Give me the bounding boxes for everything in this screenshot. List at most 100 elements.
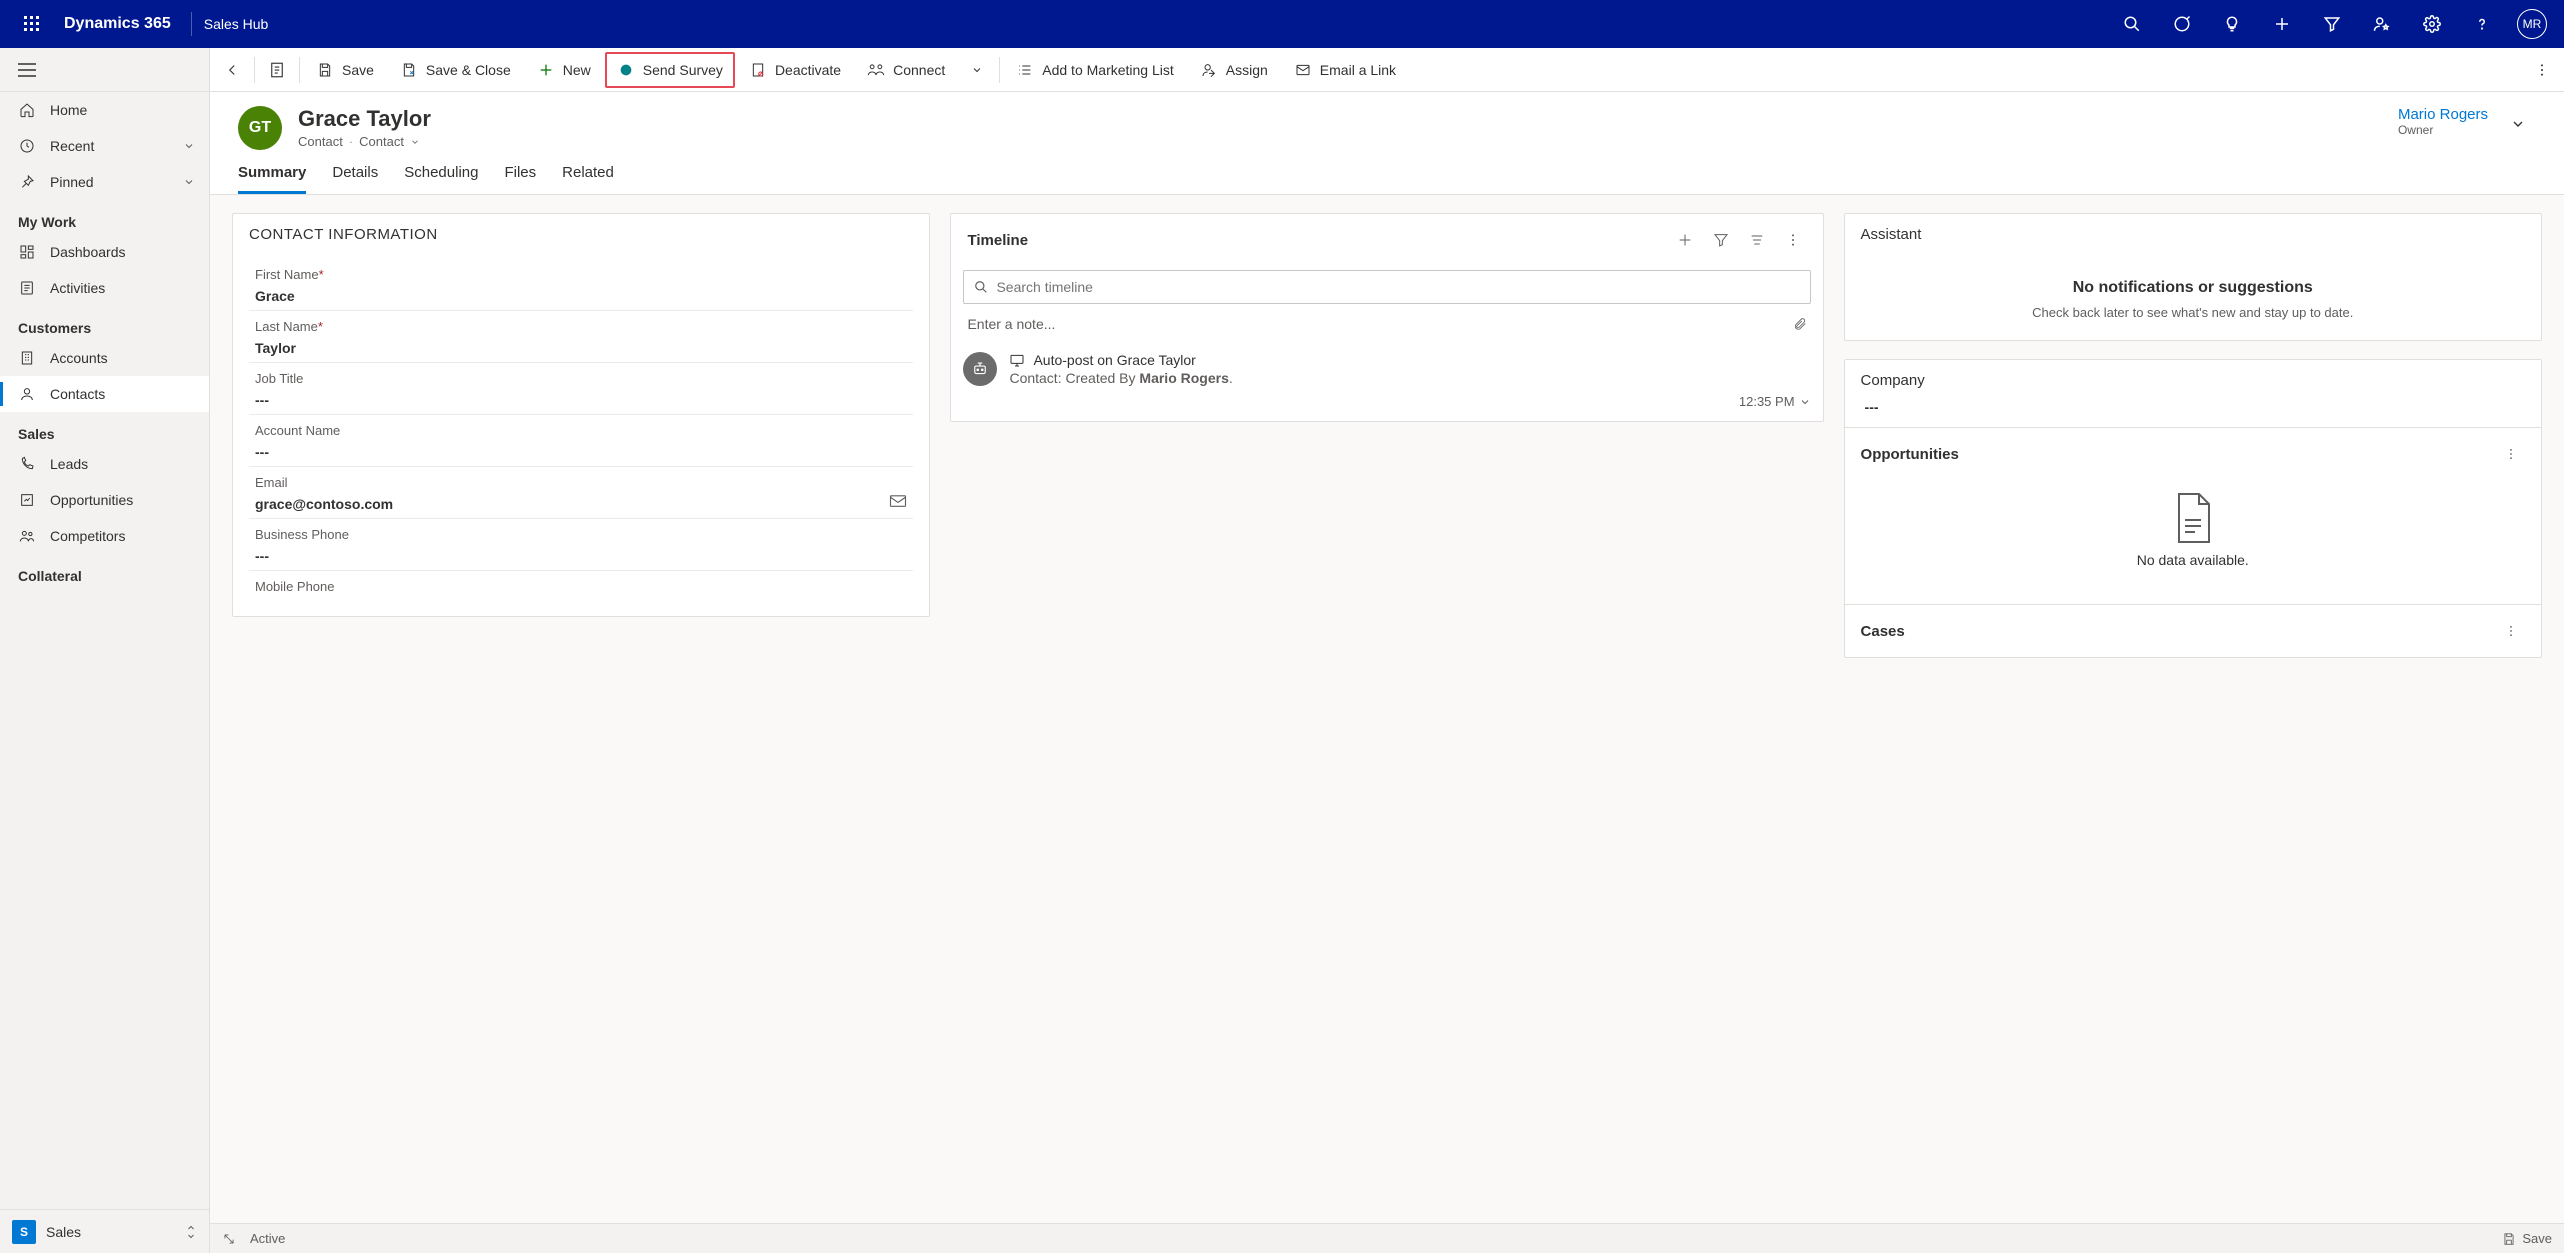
status-bar: Active Save: [210, 1223, 2564, 1253]
timeline-title: Timeline: [967, 232, 1028, 249]
sidebar-item-label: Home: [50, 102, 87, 118]
sidebar-item-activities[interactable]: Activities: [0, 270, 209, 306]
sidebar-section-mywork: My Work: [0, 200, 209, 234]
email-link-button[interactable]: Email a Link: [1282, 52, 1408, 88]
attachment-icon[interactable]: [1793, 316, 1807, 332]
timeline-more-button[interactable]: [1779, 226, 1807, 254]
field-last-name[interactable]: Last Name* Taylor: [249, 311, 913, 363]
sidebar-item-pinned[interactable]: Pinned: [0, 164, 209, 200]
send-survey-button[interactable]: Send Survey: [605, 52, 735, 88]
sidebar-item-leads[interactable]: Leads: [0, 446, 209, 482]
quick-create-button[interactable]: [2258, 0, 2306, 48]
timeline-search[interactable]: [963, 270, 1810, 304]
back-button[interactable]: [214, 52, 250, 88]
filter-button[interactable]: [2308, 0, 2356, 48]
sidebar-item-recent[interactable]: Recent: [0, 128, 209, 164]
timeline-note-entry[interactable]: Enter a note...: [963, 312, 1810, 336]
assign-button[interactable]: Assign: [1188, 52, 1280, 88]
sidebar-item-dashboards[interactable]: Dashboards: [0, 234, 209, 270]
sidebar-item-home[interactable]: Home: [0, 92, 209, 128]
sidebar-toggle[interactable]: [0, 48, 209, 92]
deactivate-icon: [749, 61, 767, 79]
hub-name[interactable]: Sales Hub: [204, 16, 269, 32]
assistant-button[interactable]: [2208, 0, 2256, 48]
home-icon: [18, 101, 36, 119]
settings-button[interactable]: [2408, 0, 2456, 48]
form-selector[interactable]: Contact: [359, 134, 404, 149]
field-email[interactable]: Email grace@contoso.com: [249, 467, 913, 519]
timeline-search-input[interactable]: [996, 279, 1799, 295]
company-value[interactable]: ---: [1861, 399, 1879, 415]
cases-more-button[interactable]: [2497, 617, 2525, 645]
sidebar-item-contacts[interactable]: Contacts: [0, 376, 209, 412]
opportunities-more-button[interactable]: [2497, 440, 2525, 468]
save-button[interactable]: Save: [304, 52, 386, 88]
timeline-item[interactable]: Auto-post on Grace Taylor Contact: Creat…: [951, 344, 1822, 421]
contact-info-title: CONTACT INFORMATION: [249, 226, 438, 243]
sidebar-item-accounts[interactable]: Accounts: [0, 340, 209, 376]
more-vertical-icon: [2504, 447, 2518, 461]
email-value: grace@contoso.com: [255, 496, 393, 512]
tab-details[interactable]: Details: [332, 164, 378, 194]
tab-summary[interactable]: Summary: [238, 164, 306, 194]
file-icon: [2171, 492, 2215, 544]
save-close-button[interactable]: Save & Close: [388, 52, 523, 88]
company-label: Company: [1861, 372, 1925, 389]
deactivate-button[interactable]: Deactivate: [737, 52, 853, 88]
search-button[interactable]: [2108, 0, 2156, 48]
first-name-value: Grace: [255, 288, 907, 304]
timeline-filter-button[interactable]: [1707, 226, 1735, 254]
help-button[interactable]: [2458, 0, 2506, 48]
sidebar-item-opportunities[interactable]: Opportunities: [0, 482, 209, 518]
timeline-add-button[interactable]: [1671, 226, 1699, 254]
deactivate-label: Deactivate: [775, 62, 841, 78]
sidebar: Home Recent Pinned My Work Dashboards Ac…: [0, 48, 210, 1253]
relationship-assistant-button[interactable]: [2358, 0, 2406, 48]
new-button[interactable]: New: [525, 52, 603, 88]
area-switcher[interactable]: S Sales: [0, 1209, 209, 1253]
field-mobile-phone[interactable]: Mobile Phone: [249, 571, 913, 600]
chevron-down-icon: [183, 140, 195, 152]
open-record-set-button[interactable]: [259, 52, 295, 88]
form-icon: [268, 61, 286, 79]
tab-related[interactable]: Related: [562, 164, 614, 194]
area-badge: S: [12, 1220, 36, 1244]
sidebar-section-sales: Sales: [0, 412, 209, 446]
header-expand-button[interactable]: [2500, 106, 2536, 142]
gear-icon: [2423, 15, 2441, 33]
add-marketing-button[interactable]: Add to Marketing List: [1004, 52, 1186, 88]
connect-icon: [867, 61, 885, 79]
right-column: Assistant No notifications or suggestion…: [1844, 213, 2542, 658]
last-name-value: Taylor: [255, 340, 907, 356]
sidebar-item-label: Opportunities: [50, 492, 133, 508]
tab-files[interactable]: Files: [504, 164, 536, 194]
connect-button[interactable]: Connect: [855, 52, 957, 88]
user-avatar[interactable]: MR: [2508, 0, 2556, 48]
back-arrow-icon: [223, 61, 241, 79]
task-flow-button[interactable]: [2158, 0, 2206, 48]
popout-button[interactable]: [222, 1232, 236, 1246]
status-active[interactable]: Active: [250, 1231, 285, 1246]
assign-label: Assign: [1226, 62, 1268, 78]
mail-icon[interactable]: [889, 494, 907, 508]
brand-title: Dynamics 365: [56, 15, 179, 33]
connect-chevron-button[interactable]: [959, 52, 995, 88]
status-save-button[interactable]: Save: [2502, 1231, 2552, 1246]
brand-divider: [191, 12, 192, 36]
timeline-sort-button[interactable]: [1743, 226, 1771, 254]
sidebar-section-customers: Customers: [0, 306, 209, 340]
tab-scheduling[interactable]: Scheduling: [404, 164, 478, 194]
field-job-title[interactable]: Job Title ---: [249, 363, 913, 415]
field-first-name[interactable]: First Name* Grace: [249, 259, 913, 311]
sidebar-item-label: Accounts: [50, 350, 108, 366]
field-account-name[interactable]: Account Name ---: [249, 415, 913, 467]
owner-block[interactable]: Mario Rogers Owner: [2398, 106, 2488, 137]
lightbulb-icon: [2223, 15, 2241, 33]
chevron-updown-icon: [185, 1224, 197, 1240]
add-marketing-label: Add to Marketing List: [1042, 62, 1174, 78]
app-launcher-button[interactable]: [8, 16, 56, 32]
field-business-phone[interactable]: Business Phone ---: [249, 519, 913, 571]
sidebar-item-competitors[interactable]: Competitors: [0, 518, 209, 554]
overflow-button[interactable]: [2524, 52, 2560, 88]
assistant-heading: No notifications or suggestions: [1861, 279, 2525, 297]
